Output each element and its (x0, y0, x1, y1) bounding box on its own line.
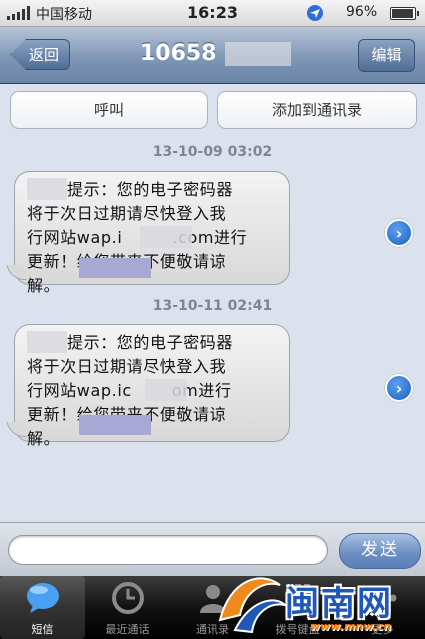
redaction-mask (79, 258, 151, 278)
message-timestamp: 13-10-09 03:02 (152, 144, 273, 160)
speech-bubble-icon (27, 583, 59, 613)
redaction-mask (225, 42, 291, 66)
tab-label: 最近通话 (105, 623, 150, 636)
battery-fill (392, 9, 414, 18)
battery-icon (390, 7, 419, 20)
back-button[interactable]: 返回 (10, 39, 70, 70)
message-timestamp: 13-10-11 02:41 (152, 298, 273, 314)
redaction-mask (27, 331, 67, 353)
call-button[interactable]: 呼叫 (10, 91, 208, 129)
tab-messages[interactable]: 短信 (0, 576, 85, 639)
redaction-mask (79, 415, 151, 435)
status-bar: 中国移动 16:23 96% (0, 0, 425, 27)
clock-icon (112, 582, 144, 614)
conversation-title: 10658 (140, 41, 217, 66)
watermark-url: www.mnw.cn (310, 620, 392, 633)
message-line: 将于次日过期请尽快登入我 (27, 204, 227, 223)
nav-bar: 返回 10658 编辑 (0, 27, 425, 84)
message-line: 解。 (27, 276, 61, 295)
add-to-contacts-button[interactable]: 添加到通讯录 (217, 91, 417, 129)
tab-recents[interactable]: 最近通话 (85, 576, 170, 639)
message-bubble[interactable]: 提示：您的电子密码器 将于次日过期请尽快登入我 行网站wap.icom进行 更新… (14, 324, 290, 448)
redaction-mask (145, 379, 187, 401)
message-line: 将于次日过期请尽快登入我 (27, 357, 227, 376)
location-icon (307, 5, 323, 21)
message-line: 更新！给您带来不便敬请谅 (27, 403, 279, 427)
tab-label: 短信 (31, 623, 54, 636)
message-line: 解。 (27, 429, 61, 448)
redaction-mask (27, 178, 67, 200)
battery-percent: 96% (346, 4, 378, 20)
edit-button[interactable]: 编辑 (358, 39, 415, 72)
redaction-mask (140, 226, 192, 248)
message-bubble[interactable]: 提示：您的电子密码器 将于次日过期请尽快登入我 行网站wap.i.com进行 更… (14, 171, 290, 295)
watermark-text: 闽南网 (285, 584, 393, 624)
message-line: 更新！给您带来不便敬请谅 (27, 250, 279, 274)
chevron-right-icon[interactable]: › (385, 374, 413, 402)
chevron-right-icon[interactable]: › (385, 219, 413, 247)
